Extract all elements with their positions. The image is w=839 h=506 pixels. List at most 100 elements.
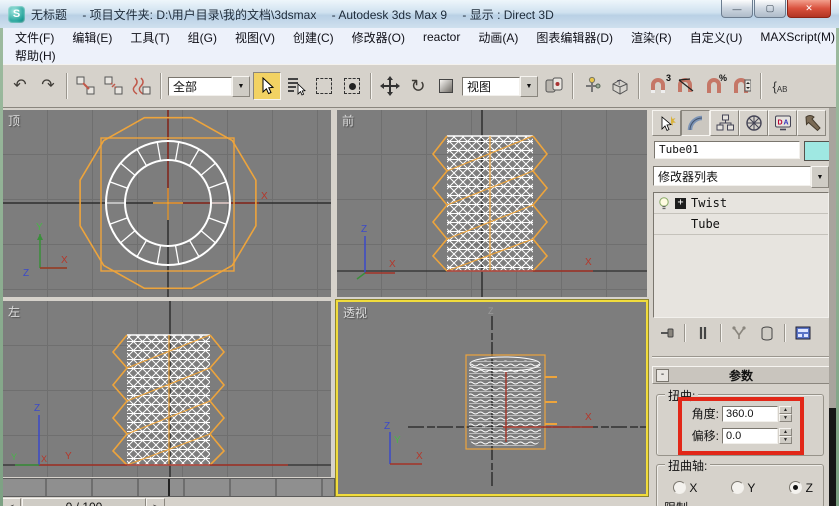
svg-text:Z: Z — [23, 268, 29, 279]
select-and-manipulate-button[interactable] — [579, 73, 605, 99]
viewport-front-label[interactable]: 前 — [342, 112, 354, 129]
spinner-snap-toggle-button[interactable] — [729, 73, 755, 99]
axis-z-radio[interactable]: Z — [789, 481, 813, 495]
next-frame-button[interactable]: > — [146, 498, 165, 506]
viewport-perspective-label[interactable]: 透视 — [343, 304, 367, 321]
select-by-name-button[interactable] — [283, 73, 309, 99]
viewport-left-label[interactable]: 左 — [8, 303, 20, 320]
selection-filter-dropdown[interactable]: 全部 ▼ — [168, 75, 250, 97]
unlink-selection-button[interactable] — [101, 73, 127, 99]
edit-named-selection-sets-button[interactable]: { AB — [767, 73, 793, 99]
remove-modifier-button[interactable] — [754, 323, 780, 343]
keyboard-shortcut-override-button[interactable]: T — [607, 73, 633, 99]
svg-text:D: D — [777, 120, 782, 127]
coord-system-value[interactable]: 视图 — [462, 76, 520, 96]
tab-display[interactable]: DA — [768, 110, 797, 136]
window-crossing-button[interactable] — [339, 73, 365, 99]
tab-hierarchy[interactable] — [710, 110, 739, 136]
menu-item-6[interactable]: 修改器(O) — [343, 28, 414, 47]
scrollbar-thumb[interactable] — [829, 408, 836, 506]
pin-stack-button[interactable] — [654, 323, 680, 343]
bulb-icon[interactable] — [657, 196, 671, 211]
undo-button[interactable]: ↶ — [7, 73, 33, 99]
select-and-link-button[interactable] — [73, 73, 99, 99]
radio-icon[interactable] — [731, 481, 745, 494]
stack-toolbar — [653, 322, 829, 344]
track-bar[interactable] — [0, 478, 335, 497]
tab-create[interactable] — [652, 110, 681, 136]
menu-item-8[interactable]: 动画(A) — [469, 28, 527, 47]
viewport-front[interactable]: 前 X Z X — [337, 110, 647, 297]
panel-scrollbar[interactable] — [829, 108, 836, 506]
toolbar-separator — [572, 73, 574, 99]
viewport-perspective[interactable]: 透视 Z X Z Y X — [336, 300, 648, 496]
radio-icon-selected[interactable] — [789, 481, 803, 494]
toolbar-separator — [760, 73, 762, 99]
menu-item-11[interactable]: 自定义(U) — [681, 28, 752, 47]
stack-item-label[interactable]: Tube — [691, 217, 720, 231]
select-and-scale-button[interactable] — [433, 73, 459, 99]
stack-item-label[interactable]: Twist — [691, 196, 727, 210]
window-title: 无标题 - 项目文件夹: D:\用户目录\我的文档\3dsmax - Autod… — [31, 7, 554, 22]
dropdown-arrow-icon[interactable]: ▼ — [232, 75, 250, 97]
close-button[interactable]: ✕ — [787, 0, 831, 18]
axis-x-radio[interactable]: X — [673, 481, 697, 495]
maximize-button[interactable]: ▢ — [754, 0, 786, 18]
dropdown-arrow-icon[interactable]: ▼ — [520, 75, 538, 97]
menu-item-3[interactable]: 组(G) — [179, 28, 226, 47]
bind-to-space-warp-button[interactable] — [129, 73, 155, 99]
time-slider-handle[interactable]: 0 / 100 — [22, 498, 146, 506]
previous-frame-button[interactable]: < — [2, 498, 21, 506]
menu-item-help[interactable]: 帮助(H) — [6, 46, 65, 65]
menu-item-10[interactable]: 渲染(R) — [622, 28, 681, 47]
configure-modifier-sets-button[interactable] — [790, 323, 816, 343]
axis-y-radio[interactable]: Y — [731, 481, 755, 495]
select-and-rotate-button[interactable]: ↻ — [405, 73, 431, 99]
percent-snap-toggle-button[interactable]: % — [701, 73, 727, 99]
application-window: S 无标题 - 项目文件夹: D:\用户目录\我的文档\3dsmax - Aut… — [0, 0, 839, 506]
show-end-result-button[interactable] — [690, 323, 716, 343]
modifier-list-dropdown[interactable]: 修改器列表 ▼ — [653, 166, 829, 188]
reference-coord-system-dropdown[interactable]: 视图 ▼ — [462, 75, 538, 97]
menu-item-4[interactable]: 视图(V) — [226, 28, 284, 47]
parameters-rollout-header[interactable]: - 参数 — [652, 366, 830, 384]
angle-snap-toggle-button[interactable] — [673, 73, 699, 99]
svg-text:A: A — [783, 120, 788, 127]
menu-item-5[interactable]: 创建(C) — [284, 28, 343, 47]
menu-item-12[interactable]: MAXScript(M) — [751, 29, 839, 45]
radio-icon[interactable] — [673, 481, 686, 494]
snap-toggle-3d-button[interactable]: 3 — [645, 73, 671, 99]
modifier-list-label[interactable]: 修改器列表 — [653, 166, 811, 186]
main-toolbar: ↶ ↷ 全部 ▼ ↻ 视图 ▼ T 3 % {AB — [0, 64, 839, 108]
tab-motion[interactable] — [739, 110, 768, 136]
redo-button[interactable]: ↷ — [35, 73, 61, 99]
menu-item-0[interactable]: 文件(F) — [6, 28, 63, 47]
menu-item-7[interactable]: reactor — [414, 29, 469, 45]
object-name-field[interactable]: Tube01 — [654, 141, 800, 159]
menu-item-9[interactable]: 图表编辑器(D) — [527, 28, 622, 47]
stack-item-tube[interactable]: Tube — [654, 214, 828, 235]
select-object-button[interactable] — [253, 72, 281, 100]
tab-modify[interactable] — [681, 110, 710, 136]
svg-text:Z: Z — [384, 421, 390, 432]
viewport-top[interactable]: 顶 X Y Z X — [3, 110, 331, 297]
menu-item-1[interactable]: 编辑(E) — [63, 28, 121, 47]
dropdown-arrow-icon[interactable]: ▼ — [811, 166, 829, 188]
stack-item-twist[interactable]: + Twist — [654, 193, 828, 214]
viewport-left[interactable]: 左 Y Z Y X — [3, 301, 331, 477]
expand-icon[interactable]: + — [675, 197, 686, 209]
tab-utilities[interactable] — [797, 110, 826, 136]
minimize-button[interactable]: — — [721, 0, 753, 18]
collapse-icon[interactable]: - — [656, 369, 669, 382]
rectangular-selection-region-button[interactable] — [311, 73, 337, 99]
viewport-top-label[interactable]: 顶 — [8, 112, 20, 129]
toolbar-separator — [370, 73, 372, 99]
selection-filter-value[interactable]: 全部 — [168, 76, 232, 96]
make-unique-button[interactable] — [726, 323, 752, 343]
menu-item-2[interactable]: 工具(T) — [121, 28, 178, 47]
select-and-move-button[interactable] — [377, 73, 403, 99]
toolbar-separator — [638, 73, 640, 99]
use-pivot-point-center-button[interactable] — [541, 73, 567, 99]
object-color-swatch[interactable] — [804, 141, 830, 161]
svg-text:X: X — [41, 454, 47, 464]
